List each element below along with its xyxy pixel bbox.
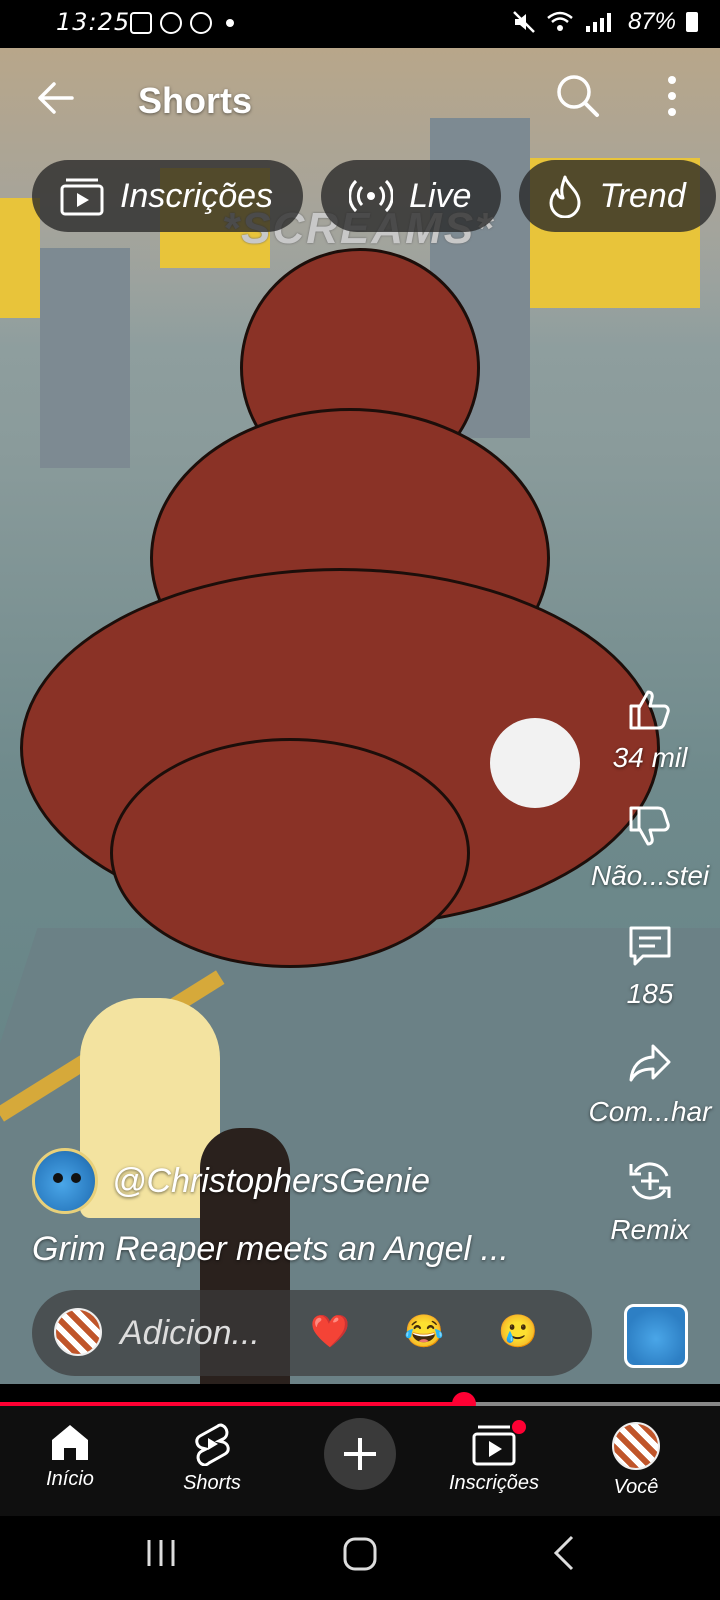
scene-cloud xyxy=(110,738,470,968)
chat-icon xyxy=(160,12,182,34)
battery-icon xyxy=(686,12,698,32)
dislike-label: Não...stei xyxy=(590,860,710,891)
comment-icon xyxy=(629,926,671,966)
avatar xyxy=(54,1308,102,1356)
status-time: 13:25 xyxy=(56,8,131,36)
shorts-icon xyxy=(195,1423,230,1466)
comment-input[interactable]: Adicion... xyxy=(120,1314,260,1353)
subscriptions-icon xyxy=(472,1425,516,1466)
back-arrow-icon[interactable] xyxy=(36,78,76,118)
nav-shorts[interactable]: Shorts xyxy=(152,1422,272,1495)
avatar xyxy=(612,1422,660,1470)
nav-subscriptions[interactable]: Inscrições xyxy=(434,1422,554,1495)
wifi-icon xyxy=(547,11,573,31)
status-bar: 13:25 87% xyxy=(0,0,720,48)
nav-label: Você xyxy=(613,1476,659,1498)
thumbs-down-icon xyxy=(629,806,670,846)
remix-button[interactable]: Remix xyxy=(580,1158,720,1246)
search-icon[interactable] xyxy=(554,72,600,118)
live-icon xyxy=(349,179,394,213)
chip-label: Live xyxy=(409,176,472,215)
video-title[interactable]: Grim Reaper meets an Angel ... xyxy=(32,1230,509,1269)
more-notifications-icon xyxy=(226,19,234,27)
channel-name[interactable]: @ChristophersGenie xyxy=(112,1162,430,1201)
home-button-icon[interactable] xyxy=(342,1536,378,1572)
notification-dot xyxy=(512,1420,526,1434)
comment-count: 185 xyxy=(626,978,674,1009)
home-icon xyxy=(52,1425,88,1460)
tearful-emoji[interactable]: 🥲 xyxy=(498,1312,538,1350)
more-options-icon[interactable] xyxy=(660,74,684,118)
laughing-emoji[interactable]: 😂 xyxy=(404,1312,444,1350)
bottom-nav: Início Shorts Inscrições Você xyxy=(0,1406,720,1516)
sound-thumbnail[interactable] xyxy=(624,1304,688,1368)
system-status: 87% xyxy=(512,8,698,36)
comment-bar[interactable]: Adicion... ❤️ 😂 🥲 xyxy=(32,1290,592,1376)
gallery-icon xyxy=(130,12,152,34)
comments-button[interactable]: 185 xyxy=(580,922,720,1010)
trending-icon xyxy=(549,175,581,218)
alarm-icon xyxy=(190,12,212,34)
chip-live[interactable]: Live xyxy=(321,160,502,232)
chip-trending[interactable]: Trend xyxy=(519,160,716,232)
like-count: 34 mil xyxy=(612,742,688,773)
chip-label: Trend xyxy=(599,176,686,215)
system-nav-bar xyxy=(0,1516,720,1600)
ghost-figure xyxy=(490,718,580,808)
nav-home[interactable]: Início xyxy=(10,1422,130,1491)
battery-percent: 87% xyxy=(627,8,676,35)
create-button[interactable] xyxy=(324,1418,396,1490)
channel-info[interactable]: @ChristophersGenie xyxy=(32,1148,430,1214)
nav-label: Inscrições xyxy=(448,1472,540,1494)
nav-you[interactable]: Você xyxy=(576,1422,696,1499)
thumbs-up-icon xyxy=(629,690,670,730)
subscriptions-icon xyxy=(60,178,104,216)
nav-label: Início xyxy=(46,1468,94,1490)
chip-subscriptions[interactable]: Inscrições xyxy=(32,160,304,232)
signal-icon xyxy=(585,13,611,32)
scene-building xyxy=(40,248,130,468)
like-button[interactable]: 34 mil xyxy=(580,686,720,774)
back-button-icon[interactable] xyxy=(552,1534,576,1572)
nav-label: Shorts xyxy=(183,1472,241,1494)
create-icon xyxy=(344,1438,376,1470)
share-icon xyxy=(629,1044,671,1082)
chip-label: Inscrições xyxy=(120,176,274,215)
share-button[interactable]: Com...har xyxy=(580,1040,720,1128)
remix-label: Remix xyxy=(610,1214,690,1245)
recent-apps-icon[interactable] xyxy=(144,1536,178,1570)
remix-icon xyxy=(629,1162,671,1200)
filter-chips: Inscrições Live Trend xyxy=(32,160,716,232)
shorts-header: Shorts xyxy=(0,48,720,148)
channel-avatar[interactable] xyxy=(32,1148,98,1214)
dislike-button[interactable]: Não...stei xyxy=(580,804,720,892)
mute-icon xyxy=(513,11,535,33)
page-title: Shorts xyxy=(138,80,253,121)
heart-emoji[interactable]: ❤️ xyxy=(310,1312,350,1350)
share-label: Com...har xyxy=(588,1096,712,1127)
notification-icons xyxy=(130,12,234,34)
